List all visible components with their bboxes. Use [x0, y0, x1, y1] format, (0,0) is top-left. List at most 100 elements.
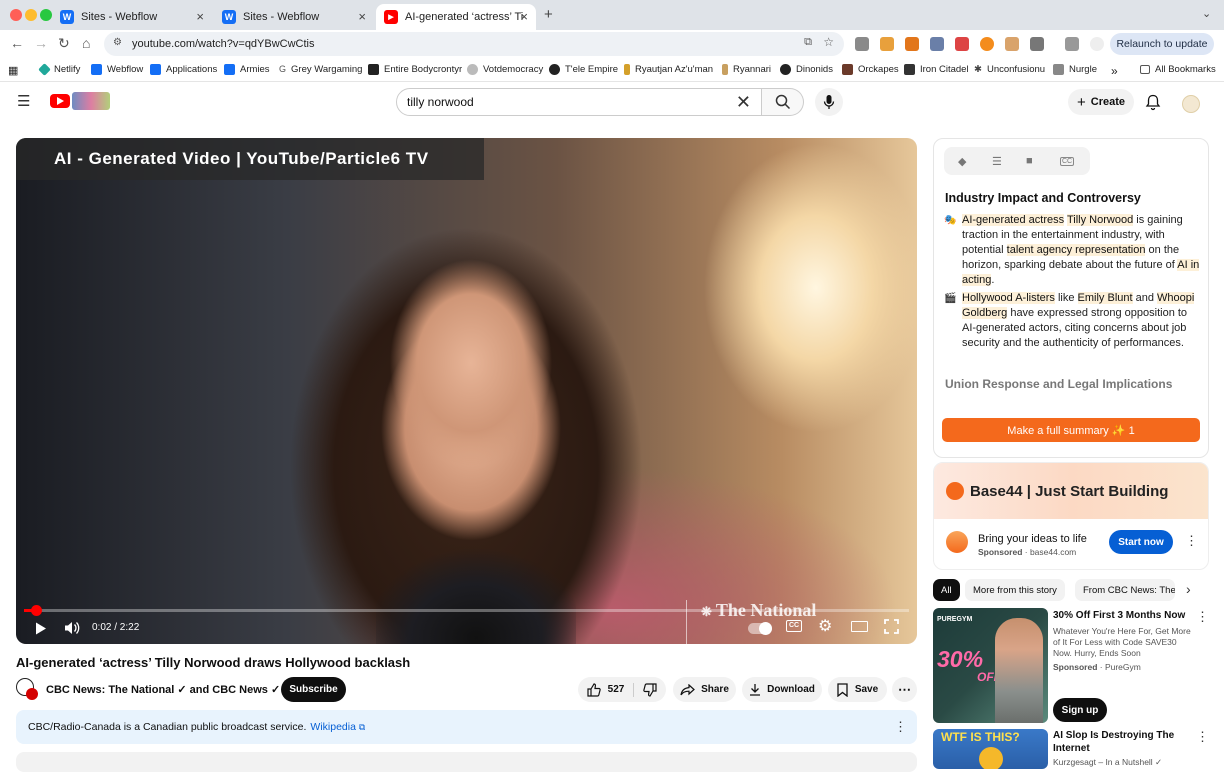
captions-icon[interactable]: CC [786, 620, 802, 632]
bookmark-item[interactable]: G Grey Wargaming [279, 64, 362, 75]
highlight-term[interactable]: Emily Blunt [1077, 292, 1133, 304]
youtube-doodle-logo[interactable] [72, 92, 110, 110]
bookmark-star-icon[interactable]: ☆ [823, 35, 834, 49]
tab-search-icon[interactable]: ⌄ [1202, 7, 1211, 20]
bookmark-item[interactable]: Orckapes [842, 64, 899, 75]
extension-icon[interactable] [880, 37, 894, 51]
chip-more-from-story[interactable]: More from this story [965, 579, 1065, 601]
bookmark-item[interactable]: Iron Citadel [904, 64, 969, 75]
rec-menu-icon[interactable]: ⋮ [1196, 729, 1209, 745]
share-button[interactable]: Share [673, 677, 736, 702]
bookmark-item[interactable]: Armies [224, 64, 270, 75]
highlight-term[interactable]: AI-generated actress [962, 214, 1065, 226]
bookmark-item[interactable]: Ryannari [722, 64, 771, 75]
bookmark-item[interactable]: Applications [150, 64, 217, 75]
back-icon[interactable]: ← [10, 35, 24, 51]
scrubber-handle[interactable] [31, 605, 43, 616]
bookmark-item[interactable]: T'ele Empire [549, 64, 618, 75]
account-avatar[interactable] [1182, 95, 1200, 113]
theater-mode-icon[interactable] [851, 621, 868, 632]
rec-title[interactable]: AI Slop Is Destroying The Internet [1053, 729, 1193, 755]
download-button[interactable]: Download [742, 677, 822, 702]
home-icon[interactable]: ⌂ [82, 35, 90, 51]
rec-title[interactable]: 30% Off First 3 Months Now [1053, 609, 1193, 622]
bookmark-item[interactable]: Webflow [91, 64, 143, 75]
ad-thumbnail[interactable]: PUREGYM 30% OFF [933, 608, 1048, 723]
browser-tab[interactable]: W Sites - Webflow × [214, 4, 374, 30]
channel-avatar-secondary[interactable] [26, 688, 38, 700]
close-window-icon[interactable] [10, 9, 22, 21]
bookmark-item[interactable]: ✱ Unconfusionu [974, 64, 1045, 75]
metamask-icon[interactable] [905, 37, 919, 51]
search-button[interactable] [762, 88, 804, 116]
more-bookmarks-icon[interactable]: » [1111, 64, 1118, 78]
new-tab-button[interactable]: + [544, 6, 553, 23]
reload-icon[interactable]: ↻ [58, 35, 70, 52]
sign-up-button[interactable]: Sign up [1053, 698, 1107, 722]
voice-search-button[interactable] [815, 88, 843, 116]
create-button[interactable]: + Create [1068, 89, 1134, 115]
install-app-icon[interactable]: ⧉ [804, 36, 812, 49]
extension-icon[interactable] [955, 37, 969, 51]
extension-icon[interactable] [980, 37, 994, 51]
thumbs-down-icon[interactable] [643, 682, 657, 697]
make-full-summary-button[interactable]: Make a full summary ✨ 1 [942, 418, 1200, 442]
rec-menu-icon[interactable]: ⋮ [1196, 609, 1209, 625]
close-tab-icon[interactable]: × [196, 9, 204, 24]
summary-chat-icon[interactable]: ■ [1026, 155, 1033, 167]
bookmark-item[interactable]: Entire Bodycrontyr [368, 64, 462, 75]
profile-avatar-icon[interactable] [1090, 37, 1104, 51]
extension-icon[interactable] [1005, 37, 1019, 51]
summary-diamond-icon[interactable]: ◆ [958, 155, 966, 168]
autoplay-toggle[interactable] [748, 622, 772, 635]
info-panel-menu-icon[interactable]: ⋮ [894, 719, 907, 735]
bookmark-item[interactable]: Dinonids [780, 64, 833, 75]
relaunch-button[interactable]: Relaunch to update [1110, 33, 1214, 55]
highlight-term[interactable]: talent agency representation [1006, 244, 1146, 256]
bookmark-item[interactable]: Ryautjan Az'u'man [624, 64, 713, 75]
ad-menu-icon[interactable]: ⋮ [1185, 533, 1198, 549]
site-info-icon[interactable]: ⚙ [113, 37, 122, 48]
advertiser-avatar[interactable] [946, 531, 968, 553]
like-button[interactable]: 527 [587, 682, 635, 697]
play-icon[interactable] [35, 622, 47, 635]
extension-icon[interactable] [855, 37, 869, 51]
chips-next-icon[interactable]: › [1186, 581, 1191, 597]
settings-gear-icon[interactable]: ⚙ [818, 616, 832, 636]
address-bar[interactable]: ⚙ youtube.com/watch?v=qdYBwCwCtis ⧉ ☆ [104, 32, 844, 56]
close-tab-icon[interactable]: × [520, 9, 528, 24]
bookmark-item[interactable]: Netlify [38, 63, 80, 76]
clear-search-icon[interactable]: ✕ [736, 92, 751, 113]
video-thumbnail[interactable]: WTF IS THIS? [933, 729, 1048, 769]
bookmark-item[interactable]: Nurgle [1053, 64, 1097, 75]
start-now-button[interactable]: Start now [1109, 530, 1173, 554]
sponsored-ad[interactable]: Base44 | Just Start Building Bring your … [933, 462, 1209, 570]
forward-icon[interactable]: → [34, 35, 48, 51]
all-bookmarks-item[interactable]: All Bookmarks [1140, 64, 1216, 75]
extension-icon[interactable] [930, 37, 944, 51]
video-player[interactable]: AI - Generated Video | YouTube/Particle6… [16, 138, 917, 644]
save-button[interactable]: Save [828, 677, 887, 702]
subscribe-button[interactable]: Subscribe [281, 677, 346, 702]
notifications-bell-icon[interactable] [1145, 94, 1161, 111]
browser-tab-active[interactable]: ▶ AI-generated ‘actress’ Tilly N × [376, 4, 536, 30]
more-actions-button[interactable]: ⋯ [892, 677, 917, 702]
close-tab-icon[interactable]: × [358, 9, 366, 24]
extensions-puzzle-icon[interactable] [1030, 37, 1044, 51]
video-progress-bar[interactable] [24, 605, 909, 616]
reading-list-icon[interactable] [1065, 37, 1079, 51]
zoom-window-icon[interactable] [40, 9, 52, 21]
fullscreen-icon[interactable] [884, 619, 899, 634]
minimize-window-icon[interactable] [25, 9, 37, 21]
wikipedia-link[interactable]: Wikipedia ⧉ [310, 721, 365, 733]
bookmark-item[interactable]: Votdemocracy [467, 64, 543, 75]
summary-captions-icon[interactable]: CC [1060, 157, 1075, 166]
summary-list-icon[interactable]: ☰ [992, 155, 1002, 168]
chip-from-cbc[interactable]: From CBC News: The [1075, 579, 1175, 601]
highlight-term[interactable]: Tilly Norwood [1066, 214, 1134, 226]
chip-all[interactable]: All [933, 579, 960, 601]
highlight-term[interactable]: Hollywood A-listers [962, 292, 1055, 304]
search-input[interactable]: tilly norwood ✕ [396, 88, 762, 116]
youtube-logo-icon[interactable] [50, 94, 70, 108]
channel-names[interactable]: CBC News: The National ✓ and CBC News ✓ [46, 683, 280, 696]
